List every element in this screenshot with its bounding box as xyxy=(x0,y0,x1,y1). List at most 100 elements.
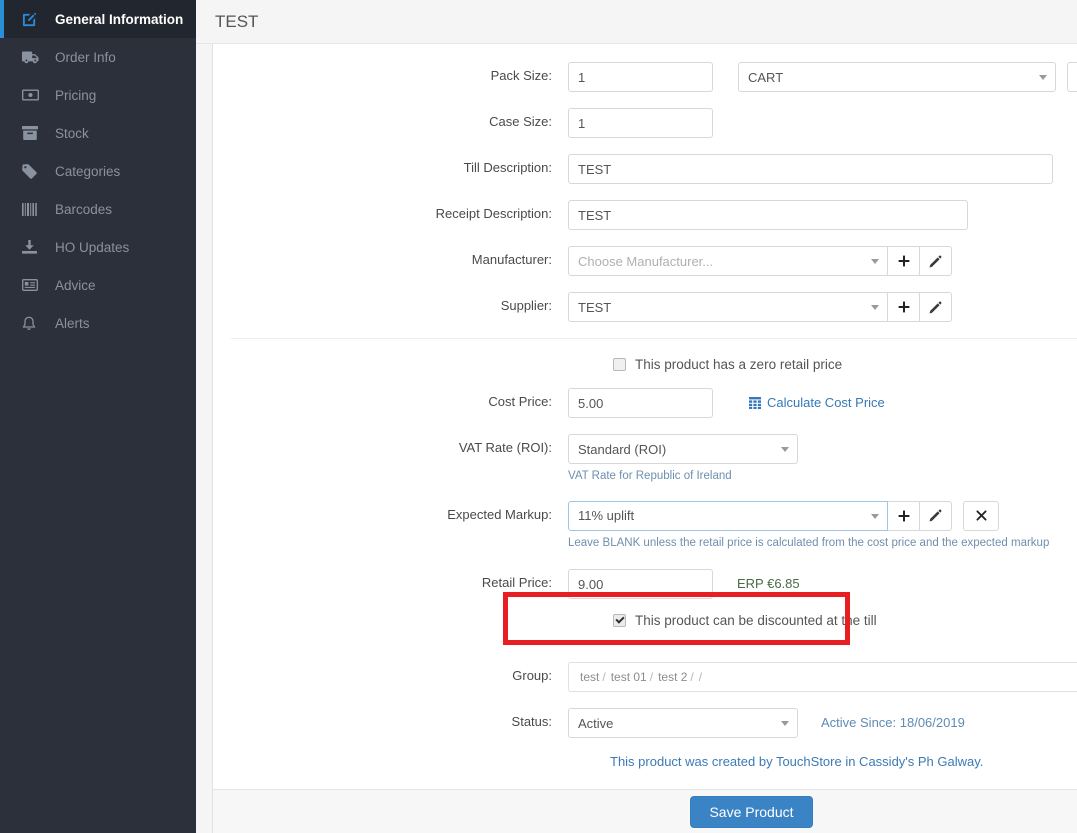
app-root: General Information Order Info Pricing S… xyxy=(0,0,1077,833)
table-grid-icon xyxy=(749,396,761,409)
sidebar: General Information Order Info Pricing S… xyxy=(0,0,196,833)
calculate-cost-price-link[interactable]: Calculate Cost Price xyxy=(749,388,885,410)
product-form-panel: Pack Size: CART xyxy=(212,44,1077,833)
group-label: Group: xyxy=(512,668,552,684)
manufacturer-add-button[interactable] xyxy=(888,246,920,276)
chevron-down-icon xyxy=(781,447,789,452)
chevron-down-icon xyxy=(1039,75,1047,80)
retail-price-row: Retail Price: ERP €6.85 xyxy=(213,569,1077,600)
sidebar-item-ho-updates[interactable]: HO Updates xyxy=(0,228,196,266)
vat-rate-select[interactable]: Standard (ROI) xyxy=(568,434,798,464)
chevron-down-icon xyxy=(871,259,879,264)
expected-markup-select[interactable]: 11% uplift xyxy=(568,500,888,531)
sidebar-item-general-information[interactable]: General Information xyxy=(0,0,196,38)
expected-markup-label: Expected Markup: xyxy=(447,506,552,522)
supplier-value: TEST xyxy=(578,299,612,315)
zero-retail-price-row: This product has a zero retail price xyxy=(213,357,1077,372)
form-footer: Save Product xyxy=(213,789,1077,833)
sidebar-item-label: Order Info xyxy=(55,49,116,65)
panel-wrapper: Pack Size: CART xyxy=(212,44,1077,833)
cost-price-row: Cost Price: Calculate Cost Price xyxy=(213,388,1077,418)
pack-size-input[interactable] xyxy=(568,62,713,92)
erp-value: ERP €6.85 xyxy=(737,576,800,592)
page-header: TEST xyxy=(196,0,1077,44)
status-value: Active xyxy=(578,715,614,731)
expected-markup-edit-button[interactable] xyxy=(920,500,952,531)
supplier-edit-button[interactable] xyxy=(920,292,952,322)
supplier-label: Supplier: xyxy=(500,298,552,313)
archive-box-icon xyxy=(22,125,44,141)
receipt-description-input[interactable] xyxy=(568,200,968,230)
status-select[interactable]: Active xyxy=(568,708,798,739)
chevron-down-icon xyxy=(781,721,789,727)
money-bill-icon xyxy=(22,87,44,103)
expected-markup-hint: Leave BLANK unless the retail price is c… xyxy=(568,536,1050,549)
group-segment: test xyxy=(580,670,600,685)
barcode-icon xyxy=(22,201,44,217)
section-divider xyxy=(231,338,1077,339)
zero-retail-price-label: This product has a zero retail price xyxy=(635,357,843,372)
vat-rate-label: VAT Rate (ROI): xyxy=(458,440,552,455)
group-segment: test 2 xyxy=(658,670,688,685)
sidebar-item-label: Alerts xyxy=(55,315,90,331)
group-separator: / xyxy=(649,670,654,685)
vat-rate-row: VAT Rate (ROI): Standard (ROI) VAT Rate … xyxy=(213,434,1077,485)
group-separator: / xyxy=(602,670,606,685)
manufacturer-label: Manufacturer: xyxy=(471,252,552,267)
supplier-row: Supplier: TEST xyxy=(213,292,1077,322)
retail-price-label: Retail Price: xyxy=(481,575,552,591)
group-segment: test 01 xyxy=(610,670,647,685)
sidebar-item-pricing[interactable]: Pricing xyxy=(0,76,196,114)
sidebar-item-alerts[interactable]: Alerts xyxy=(0,304,196,342)
supplier-add-button[interactable] xyxy=(888,292,920,322)
retail-price-input[interactable] xyxy=(568,569,713,600)
status-label: Status: xyxy=(511,714,552,730)
download-icon xyxy=(22,239,44,255)
sidebar-item-stock[interactable]: Stock xyxy=(0,114,196,152)
case-size-input[interactable] xyxy=(568,108,713,138)
discountable-row: This product can be discounted at the ti… xyxy=(213,613,1077,628)
till-description-row: Till Description: xyxy=(213,154,1077,184)
till-description-label: Till Description: xyxy=(463,160,552,175)
sidebar-item-label: HO Updates xyxy=(55,239,130,255)
case-size-row: Case Size: xyxy=(213,108,1077,138)
discountable-checkbox[interactable] xyxy=(613,614,626,628)
zero-retail-price-checkbox[interactable] xyxy=(613,358,626,371)
supplier-select[interactable]: TEST xyxy=(568,292,888,322)
pack-size-label: Pack Size: xyxy=(490,68,552,83)
receipt-description-row: Receipt Description: xyxy=(213,200,1077,230)
pack-size-unit-select[interactable]: CART xyxy=(738,62,1056,92)
expected-markup-clear-button[interactable] xyxy=(963,500,999,531)
chevron-down-icon xyxy=(871,513,879,519)
manufacturer-select[interactable]: Choose Manufacturer... xyxy=(568,246,888,276)
group-separator: / xyxy=(698,670,703,685)
active-since-text: Active Since: 18/06/2019 xyxy=(821,715,965,731)
group-path-field[interactable]: test / test 01 / test 2 / / xyxy=(568,662,1077,693)
save-product-button[interactable]: Save Product xyxy=(690,795,813,828)
sidebar-item-barcodes[interactable]: Barcodes xyxy=(0,190,196,228)
created-by-note: This product was created by TouchStore i… xyxy=(610,754,984,770)
sidebar-item-order-info[interactable]: Order Info xyxy=(0,38,196,76)
pack-size-clear-button[interactable] xyxy=(1067,62,1077,92)
content-region: TEST Pack Size: CART xyxy=(196,0,1077,833)
sidebar-item-label: Barcodes xyxy=(55,201,113,217)
vat-rate-hint: VAT Rate for Republic of Ireland xyxy=(568,470,732,482)
expected-markup-add-button[interactable] xyxy=(888,500,920,531)
expected-markup-value: 11% uplift xyxy=(578,508,635,524)
sidebar-item-advice[interactable]: Advice xyxy=(0,266,196,304)
till-description-input[interactable] xyxy=(568,154,1053,184)
chevron-down-icon xyxy=(871,305,879,310)
sidebar-item-categories[interactable]: Categories xyxy=(0,152,196,190)
manufacturer-row: Manufacturer: Choose Manufacturer... xyxy=(213,246,1077,276)
sidebar-item-label: Pricing xyxy=(55,87,97,103)
status-row: Status: Active Active Since: 18/06/2019 xyxy=(213,708,1077,739)
cost-price-input[interactable] xyxy=(568,388,713,418)
manufacturer-edit-button[interactable] xyxy=(920,246,952,276)
product-form: Pack Size: CART xyxy=(213,44,1077,786)
expected-markup-row: Expected Markup: 11% uplift Leave BLANK … xyxy=(213,500,1077,552)
discountable-label: This product can be discounted at the ti… xyxy=(635,613,877,629)
sidebar-item-label: Stock xyxy=(55,125,89,141)
tag-icon xyxy=(22,163,44,179)
vat-rate-value: Standard (ROI) xyxy=(578,441,667,457)
calculate-cost-price-label: Calculate Cost Price xyxy=(767,395,885,410)
